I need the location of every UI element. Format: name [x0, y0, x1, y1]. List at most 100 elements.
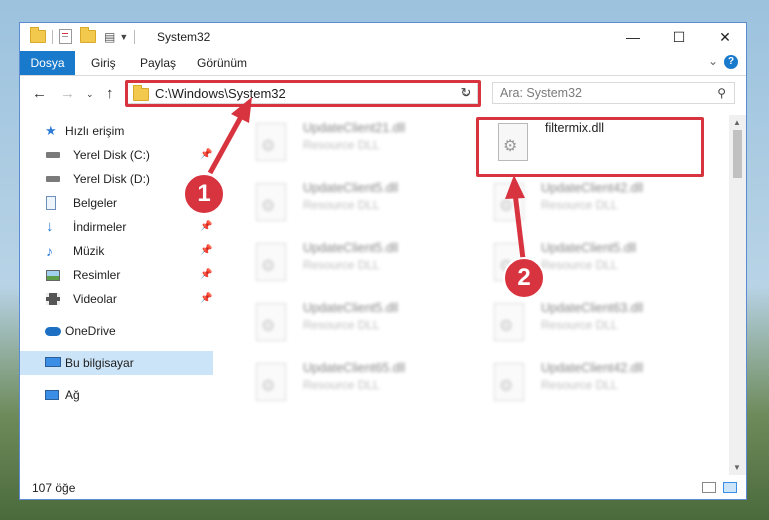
- videos-icon: [46, 293, 60, 305]
- documents-icon: [46, 196, 56, 210]
- close-button[interactable]: ✕: [702, 23, 748, 51]
- quick-access-toolbar: ▤ ▼: [30, 27, 141, 44]
- tab-share[interactable]: Paylaş: [140, 51, 176, 75]
- file-item[interactable]: ⚙ UpdateClient5.dll Resource DLL: [249, 239, 469, 289]
- sidebar-item-this-pc[interactable]: Bu bilgisayar: [20, 351, 213, 375]
- pin-icon[interactable]: 📌: [200, 287, 212, 311]
- large-icons-view-icon[interactable]: [723, 482, 737, 493]
- file-item[interactable]: ⚙ UpdateClient21.dll Resource DLL: [249, 119, 469, 169]
- back-arrow-icon[interactable]: ←: [32, 85, 47, 102]
- sidebar-item-music[interactable]: ♪ Müzik 📌: [20, 239, 213, 263]
- address-highlight-box: [125, 80, 481, 107]
- file-item[interactable]: ⚙ UpdateClient5.dll Resource DLL: [249, 299, 469, 349]
- tab-view[interactable]: Görünüm: [197, 51, 247, 75]
- pin-icon[interactable]: 📌: [200, 215, 212, 239]
- file-name: UpdateClient63.dll: [541, 301, 644, 315]
- gear-icon: ⚙: [499, 318, 514, 335]
- gear-icon: ⚙: [261, 378, 276, 395]
- scrollbar-thumb[interactable]: [733, 130, 742, 178]
- computer-icon: [45, 357, 61, 367]
- recent-locations-icon[interactable]: ⌄: [86, 89, 94, 100]
- pictures-icon: [46, 270, 60, 281]
- dll-file-icon: ⚙: [494, 363, 524, 401]
- sidebar-item-label: Müzik: [73, 244, 105, 258]
- scroll-up-icon[interactable]: ▲: [733, 118, 741, 127]
- folder-icon: [30, 27, 46, 43]
- properties-icon[interactable]: [59, 29, 72, 44]
- gear-icon: ⚙: [499, 198, 514, 215]
- minimize-button[interactable]: —: [610, 23, 656, 51]
- file-type: Resource DLL: [541, 318, 618, 332]
- sidebar-item-label: Yerel Disk (D:): [73, 172, 150, 186]
- expand-ribbon-icon[interactable]: ⌄: [708, 54, 718, 68]
- gear-icon: ⚙: [261, 258, 276, 275]
- network-icon: [45, 390, 59, 400]
- dll-file-icon: ⚙: [494, 183, 524, 221]
- file-name: UpdateClient5.dll: [303, 181, 399, 195]
- sidebar-item-label: Ağ: [65, 388, 80, 402]
- sidebar-item-videos[interactable]: Videolar 📌: [20, 287, 213, 311]
- details-view-icon[interactable]: [702, 482, 716, 493]
- gear-icon: ⚙: [261, 318, 276, 335]
- sidebar-item-quick-access[interactable]: ★ Hızlı erişim: [20, 119, 213, 143]
- music-icon: ♪: [46, 243, 53, 259]
- dll-file-icon: ⚙: [256, 183, 286, 221]
- file-name: UpdateClient5.dll: [303, 241, 399, 255]
- dll-file-icon: ⚙: [256, 303, 286, 341]
- pin-icon[interactable]: 📌: [200, 143, 212, 167]
- sidebar-item-pictures[interactable]: Resimler 📌: [20, 263, 213, 287]
- item-count: 107 öğe: [32, 481, 76, 495]
- file-type: Resource DLL: [541, 378, 618, 392]
- maximize-button[interactable]: ☐: [656, 23, 702, 51]
- sidebar-item-label: Belgeler: [73, 196, 118, 210]
- explorer-window: ▤ ▼ System32 — ☐ ✕ Dosya Giriş Paylaş Gö…: [19, 22, 747, 500]
- new-folder-icon[interactable]: [80, 27, 96, 43]
- scroll-down-icon[interactable]: ▼: [733, 463, 741, 472]
- help-icon[interactable]: ?: [724, 55, 738, 69]
- search-icon: ⚲: [717, 86, 726, 100]
- callout-1: 1: [183, 173, 225, 215]
- sidebar-item-onedrive[interactable]: OneDrive: [20, 319, 213, 343]
- file-highlight-box: [476, 117, 704, 177]
- drive-icon: [46, 176, 60, 182]
- pin-icon[interactable]: 📌: [200, 263, 212, 287]
- search-input[interactable]: Ara: System32 ⚲: [492, 82, 735, 104]
- up-arrow-icon[interactable]: ↑: [106, 85, 114, 102]
- gear-icon: ⚙: [261, 138, 276, 155]
- file-type: Resource DLL: [303, 318, 380, 332]
- sidebar-item-label: İndirmeler: [73, 220, 127, 234]
- sidebar-item-label: Videolar: [73, 292, 117, 306]
- file-item[interactable]: ⚙ UpdateClient63.dll Resource DLL: [487, 299, 707, 349]
- sidebar-item-network[interactable]: Ağ: [20, 383, 213, 407]
- sidebar-item-downloads[interactable]: ↓ İndirmeler 📌: [20, 215, 213, 239]
- separator: [134, 29, 136, 44]
- ribbon-tabs: Dosya Giriş Paylaş Görünüm ⌄ ?: [20, 51, 746, 76]
- callout-2: 2: [503, 257, 545, 299]
- file-type: Resource DLL: [303, 378, 380, 392]
- title-bar: ▤ ▼ System32 — ☐ ✕: [20, 23, 746, 51]
- file-name: UpdateClient42.dll: [541, 361, 644, 375]
- vertical-scrollbar[interactable]: ▲ ▼: [729, 115, 746, 475]
- sidebar-item-local-disk-c[interactable]: Yerel Disk (C:) 📌: [20, 143, 213, 167]
- chevron-down-icon[interactable]: ▼: [119, 32, 128, 42]
- tab-home[interactable]: Giriş: [91, 51, 116, 75]
- forward-arrow-icon[interactable]: →: [60, 85, 75, 102]
- file-type: Resource DLL: [541, 258, 618, 272]
- file-item[interactable]: ⚙ UpdateClient42.dll Resource DLL: [487, 359, 707, 409]
- file-type: Resource DLL: [303, 258, 380, 272]
- separator: [52, 29, 53, 44]
- file-name: UpdateClient5.dll: [541, 241, 637, 255]
- file-item[interactable]: ⚙ UpdateClient42.dll Resource DLL: [487, 179, 707, 229]
- dll-file-icon: ⚙: [256, 243, 286, 281]
- status-bar: 107 öğe: [20, 477, 746, 499]
- customize-icon[interactable]: ▤: [104, 30, 115, 44]
- window-title: System32: [157, 30, 211, 44]
- file-item[interactable]: ⚙ UpdateClient5.dll Resource DLL: [249, 179, 469, 229]
- dll-file-icon: ⚙: [494, 303, 524, 341]
- pin-icon[interactable]: 📌: [200, 239, 212, 263]
- sidebar-item-label: Hızlı erişim: [65, 124, 125, 138]
- file-name: UpdateClient21.dll: [303, 121, 406, 135]
- tab-file[interactable]: Dosya: [20, 51, 75, 75]
- file-item[interactable]: ⚙ UpdateClient65.dll Resource DLL: [249, 359, 469, 409]
- file-type: Resource DLL: [541, 198, 618, 212]
